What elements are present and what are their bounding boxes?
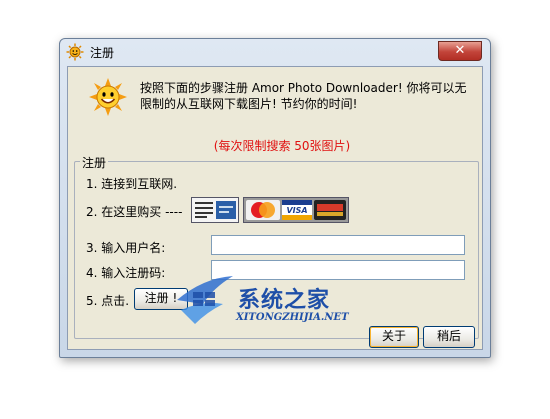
smiling-sun-icon [89, 78, 127, 116]
title-bar[interactable]: 注册 ✕ [60, 39, 490, 65]
watermark-logo-icon [177, 276, 233, 324]
intro-text: 按照下面的步骤注册 Amor Photo Downloader! 你将可以无限制… [140, 81, 467, 111]
search-limit-text: (每次限制搜索 50张图片) [213, 139, 351, 153]
step-connect-label: 1. 连接到互联网. [86, 177, 178, 191]
username-input[interactable] [211, 235, 465, 255]
window-title: 注册 [90, 46, 115, 60]
watermark-url: XITONGZHIJIA.NET [236, 312, 349, 323]
paypal-badge-icon[interactable] [191, 197, 239, 223]
step-buy-label: 2. 在这里购买 ---- [86, 205, 183, 219]
svg-text:VISA: VISA [286, 206, 307, 215]
close-button[interactable]: ✕ [438, 41, 482, 61]
sun-icon [66, 43, 84, 61]
watermark-text: 系统之家 [238, 288, 331, 313]
groupbox-label: 注册 [80, 154, 109, 171]
later-button[interactable]: 稍后 [423, 326, 475, 348]
step-click-label: 5. 点击. [86, 294, 130, 308]
step-username-label: 3. 输入用户名: [86, 241, 166, 255]
about-button[interactable]: 关于 [369, 326, 419, 348]
step-code-label: 4. 输入注册码: [86, 266, 166, 280]
registration-code-input[interactable] [211, 260, 465, 280]
close-icon: ✕ [454, 43, 466, 58]
credit-cards-icon[interactable]: VISA [243, 197, 349, 223]
payment-badges[interactable]: VISA [191, 197, 349, 223]
